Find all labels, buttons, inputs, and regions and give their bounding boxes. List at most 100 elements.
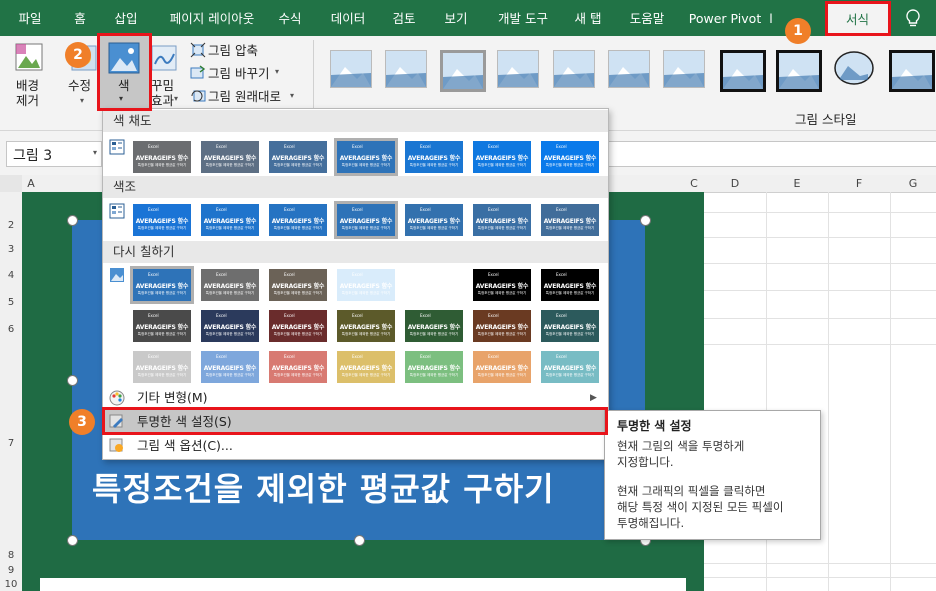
swatch-tone-7[interactable]: Excel AVERAGEIFS 함수 특정조건을 제외한 평균값 구하기: [541, 204, 599, 236]
swatch-saturation-100[interactable]: Excel AVERAGEIFS 함수 특정조건을 제외한 평균값 구하기: [334, 138, 398, 176]
picture-style-6[interactable]: [608, 50, 650, 88]
swatch-recolor-none[interactable]: Excel AVERAGEIFS 함수 특정조건을 제외한 평균값 구하기: [130, 266, 194, 304]
swatch-recolor-light-3[interactable]: Excel AVERAGEIFS 함수 특정조건을 제외한 평균값 구하기: [269, 351, 327, 383]
resize-handle-s[interactable]: [354, 535, 365, 546]
lightbulb-icon[interactable]: [905, 9, 921, 32]
tab-home[interactable]: 홈: [62, 0, 98, 36]
column-header-a[interactable]: A: [22, 175, 40, 192]
swatch-tone-4[interactable]: Excel AVERAGEIFS 함수 특정조건을 제외한 평균값 구하기: [334, 201, 398, 239]
change-picture-label[interactable]: 그림 바꾸기: [208, 66, 269, 81]
change-picture-icon[interactable]: [190, 65, 206, 84]
row-header-4[interactable]: 4: [0, 270, 22, 281]
tab-new[interactable]: 새 탭: [566, 0, 610, 36]
picture-style-4[interactable]: [497, 50, 539, 88]
artistic-effects-label[interactable]: 꾸밈 효과: [151, 78, 179, 108]
swatch-tone-2[interactable]: Excel AVERAGEIFS 함수 특정조건을 제외한 평균값 구하기: [201, 204, 259, 236]
reset-picture-label[interactable]: 그림 원래대로: [208, 89, 281, 104]
row-header-10[interactable]: 10: [0, 579, 22, 590]
picture-style-7[interactable]: [663, 50, 705, 88]
artistic-effects-icon[interactable]: [150, 44, 178, 75]
swatch-recolor-grayscale[interactable]: Excel AVERAGEIFS 함수 특정조건을 제외한 평균값 구하기: [201, 269, 259, 301]
swatch-saturation-66[interactable]: Excel AVERAGEIFS 함수 특정조건을 제외한 평균값 구하기: [269, 141, 327, 173]
tooltip: 투명한 색 설정 현재 그림의 색을 투명하게 지정합니다. 현재 그래픽의 픽…: [604, 410, 821, 540]
swatch-recolor-dark-3[interactable]: Excel AVERAGEIFS 함수 특정조건을 제외한 평균값 구하기: [269, 310, 327, 342]
picture-color-options-icon: [109, 438, 125, 462]
column-header-c[interactable]: C: [684, 175, 704, 192]
tab-formulas[interactable]: 수식: [272, 0, 308, 36]
swatch-recolor-dark-6[interactable]: Excel AVERAGEIFS 함수 특정조건을 제외한 평균값 구하기: [473, 310, 531, 342]
remove-background-icon[interactable]: [14, 42, 44, 75]
swatch-recolor-black-white-75[interactable]: Excel AVERAGEIFS 함수 특정조건을 제외한 평균값 구하기: [541, 269, 599, 301]
swatch-recolor-light-1[interactable]: Excel AVERAGEIFS 함수 특정조건을 제외한 평균값 구하기: [133, 351, 191, 383]
tab-insert[interactable]: 삽입: [106, 0, 146, 36]
picture-style-8[interactable]: [720, 50, 766, 92]
swatch-tone-1[interactable]: Excel AVERAGEIFS 함수 특정조건을 제외한 평균값 구하기: [133, 204, 191, 236]
tab-developer[interactable]: 개발 도구: [490, 0, 556, 36]
swatch-recolor-light-7[interactable]: Excel AVERAGEIFS 함수 특정조건을 제외한 평균값 구하기: [541, 351, 599, 383]
swatch-recolor-light-4[interactable]: Excel AVERAGEIFS 함수 특정조건을 제외한 평균값 구하기: [337, 351, 395, 383]
tooltip-line-3: 현재 그래픽의 픽셀을 클릭하면: [617, 484, 766, 498]
row-header-8[interactable]: 8: [0, 550, 22, 561]
swatch-recolor-dark-7[interactable]: Excel AVERAGEIFS 함수 특정조건을 제외한 평균값 구하기: [541, 310, 599, 342]
swatch-recolor-dark-2[interactable]: Excel AVERAGEIFS 함수 특정조건을 제외한 평균값 구하기: [201, 310, 259, 342]
column-header-d[interactable]: D: [704, 175, 766, 192]
reset-picture-icon[interactable]: [190, 88, 206, 107]
picture-style-9[interactable]: [776, 50, 822, 92]
tab-page-layout[interactable]: 페이지 레이아웃: [158, 0, 266, 36]
swatch-recolor-light-6[interactable]: Excel AVERAGEIFS 함수 특정조건을 제외한 평균값 구하기: [473, 351, 531, 383]
picture-color-options-item[interactable]: 그림 색 옵션(C)...: [103, 434, 608, 458]
row-header-2[interactable]: 2: [0, 220, 22, 231]
remove-background-label[interactable]: 배경 제거: [16, 78, 46, 108]
column-header-e[interactable]: E: [766, 175, 828, 192]
compress-pictures-icon[interactable]: [190, 42, 206, 61]
column-header-f[interactable]: F: [828, 175, 890, 192]
resize-handle-ne[interactable]: [640, 215, 651, 226]
picture-style-10[interactable]: [834, 50, 874, 86]
swatch-tone-5[interactable]: Excel AVERAGEIFS 함수 특정조건을 제외한 평균값 구하기: [405, 204, 463, 236]
name-box-chevron-icon[interactable]: ▾: [93, 148, 97, 157]
swatch-recolor-sepia[interactable]: Excel AVERAGEIFS 함수 특정조건을 제외한 평균값 구하기: [269, 269, 327, 301]
swatch-recolor-white[interactable]: Excel AVERAGEIFS 함수 특정조건을 제외한 평균값 구하기: [405, 269, 463, 301]
tab-data[interactable]: 데이터: [322, 0, 374, 36]
picture-style-2[interactable]: [385, 50, 427, 88]
swatch-recolor-black-white-50[interactable]: Excel AVERAGEIFS 함수 특정조건을 제외한 평균값 구하기: [473, 269, 531, 301]
picture-style-5[interactable]: [553, 50, 595, 88]
swatch-saturation-200[interactable]: Excel AVERAGEIFS 함수 특정조건을 제외한 평균값 구하기: [405, 141, 463, 173]
tab-help[interactable]: 도움말: [620, 0, 674, 36]
tab-view[interactable]: 보기: [436, 0, 476, 36]
tab-file[interactable]: 파일: [10, 0, 50, 36]
swatch-recolor-light-5[interactable]: Excel AVERAGEIFS 함수 특정조건을 제외한 평균값 구하기: [405, 351, 463, 383]
swatch-saturation-33[interactable]: Excel AVERAGEIFS 함수 특정조건을 제외한 평균값 구하기: [201, 141, 259, 173]
swatch-tone-3[interactable]: Excel AVERAGEIFS 함수 특정조건을 제외한 평균값 구하기: [269, 204, 327, 236]
row-header-6[interactable]: 6: [0, 324, 22, 335]
swatch-tone-6[interactable]: Excel AVERAGEIFS 함수 특정조건을 제외한 평균값 구하기: [473, 204, 531, 236]
compress-pictures-label[interactable]: 그림 압축: [208, 43, 258, 58]
resize-handle-w[interactable]: [67, 375, 78, 386]
swatch-recolor-light-2[interactable]: Excel AVERAGEIFS 함수 특정조건을 제외한 평균값 구하기: [201, 351, 259, 383]
picture-style-11[interactable]: [889, 50, 935, 92]
reset-picture-chevron-icon: ▾: [290, 91, 295, 100]
select-all-corner[interactable]: [0, 175, 22, 192]
row-header-5[interactable]: 5: [0, 297, 22, 308]
swatch-recolor-dark-4[interactable]: Excel AVERAGEIFS 함수 특정조건을 제외한 평균값 구하기: [337, 310, 395, 342]
picture-title-text: 특정조건을 제외한 평균값 구하기: [92, 470, 555, 508]
swatch-saturation-400[interactable]: Excel AVERAGEIFS 함수 특정조건을 제외한 평균값 구하기: [541, 141, 599, 173]
tab-power-pivot[interactable]: Power Pivot: [688, 0, 762, 36]
row-header-7[interactable]: 7: [0, 438, 22, 449]
swatch-saturation-300[interactable]: Excel AVERAGEIFS 함수 특정조건을 제외한 평균값 구하기: [473, 141, 531, 173]
formula-input[interactable]: [607, 141, 936, 167]
tab-review[interactable]: 검토: [384, 0, 424, 36]
resize-handle-nw[interactable]: [67, 215, 78, 226]
swatch-recolor-dark-5[interactable]: Excel AVERAGEIFS 함수 특정조건을 제외한 평균값 구하기: [405, 310, 463, 342]
corrections-label[interactable]: 수정: [68, 78, 91, 93]
swatch-saturation-0[interactable]: Excel AVERAGEIFS 함수 특정조건을 제외한 평균값 구하기: [133, 141, 191, 173]
column-header-g[interactable]: G: [890, 175, 936, 192]
picture-style-1[interactable]: [330, 50, 372, 88]
swatch-recolor-dark-1[interactable]: Excel AVERAGEIFS 함수 특정조건을 제외한 평균값 구하기: [133, 310, 191, 342]
row-header-9[interactable]: 9: [0, 565, 22, 576]
picture-style-3[interactable]: [440, 50, 486, 92]
resize-handle-sw[interactable]: [67, 535, 78, 546]
name-box[interactable]: 그림 3 ▾: [6, 141, 102, 167]
row-header-3[interactable]: 3: [0, 244, 22, 255]
swatch-recolor-washout[interactable]: Excel AVERAGEIFS 함수 특정조건을 제외한 평균값 구하기: [337, 269, 395, 301]
